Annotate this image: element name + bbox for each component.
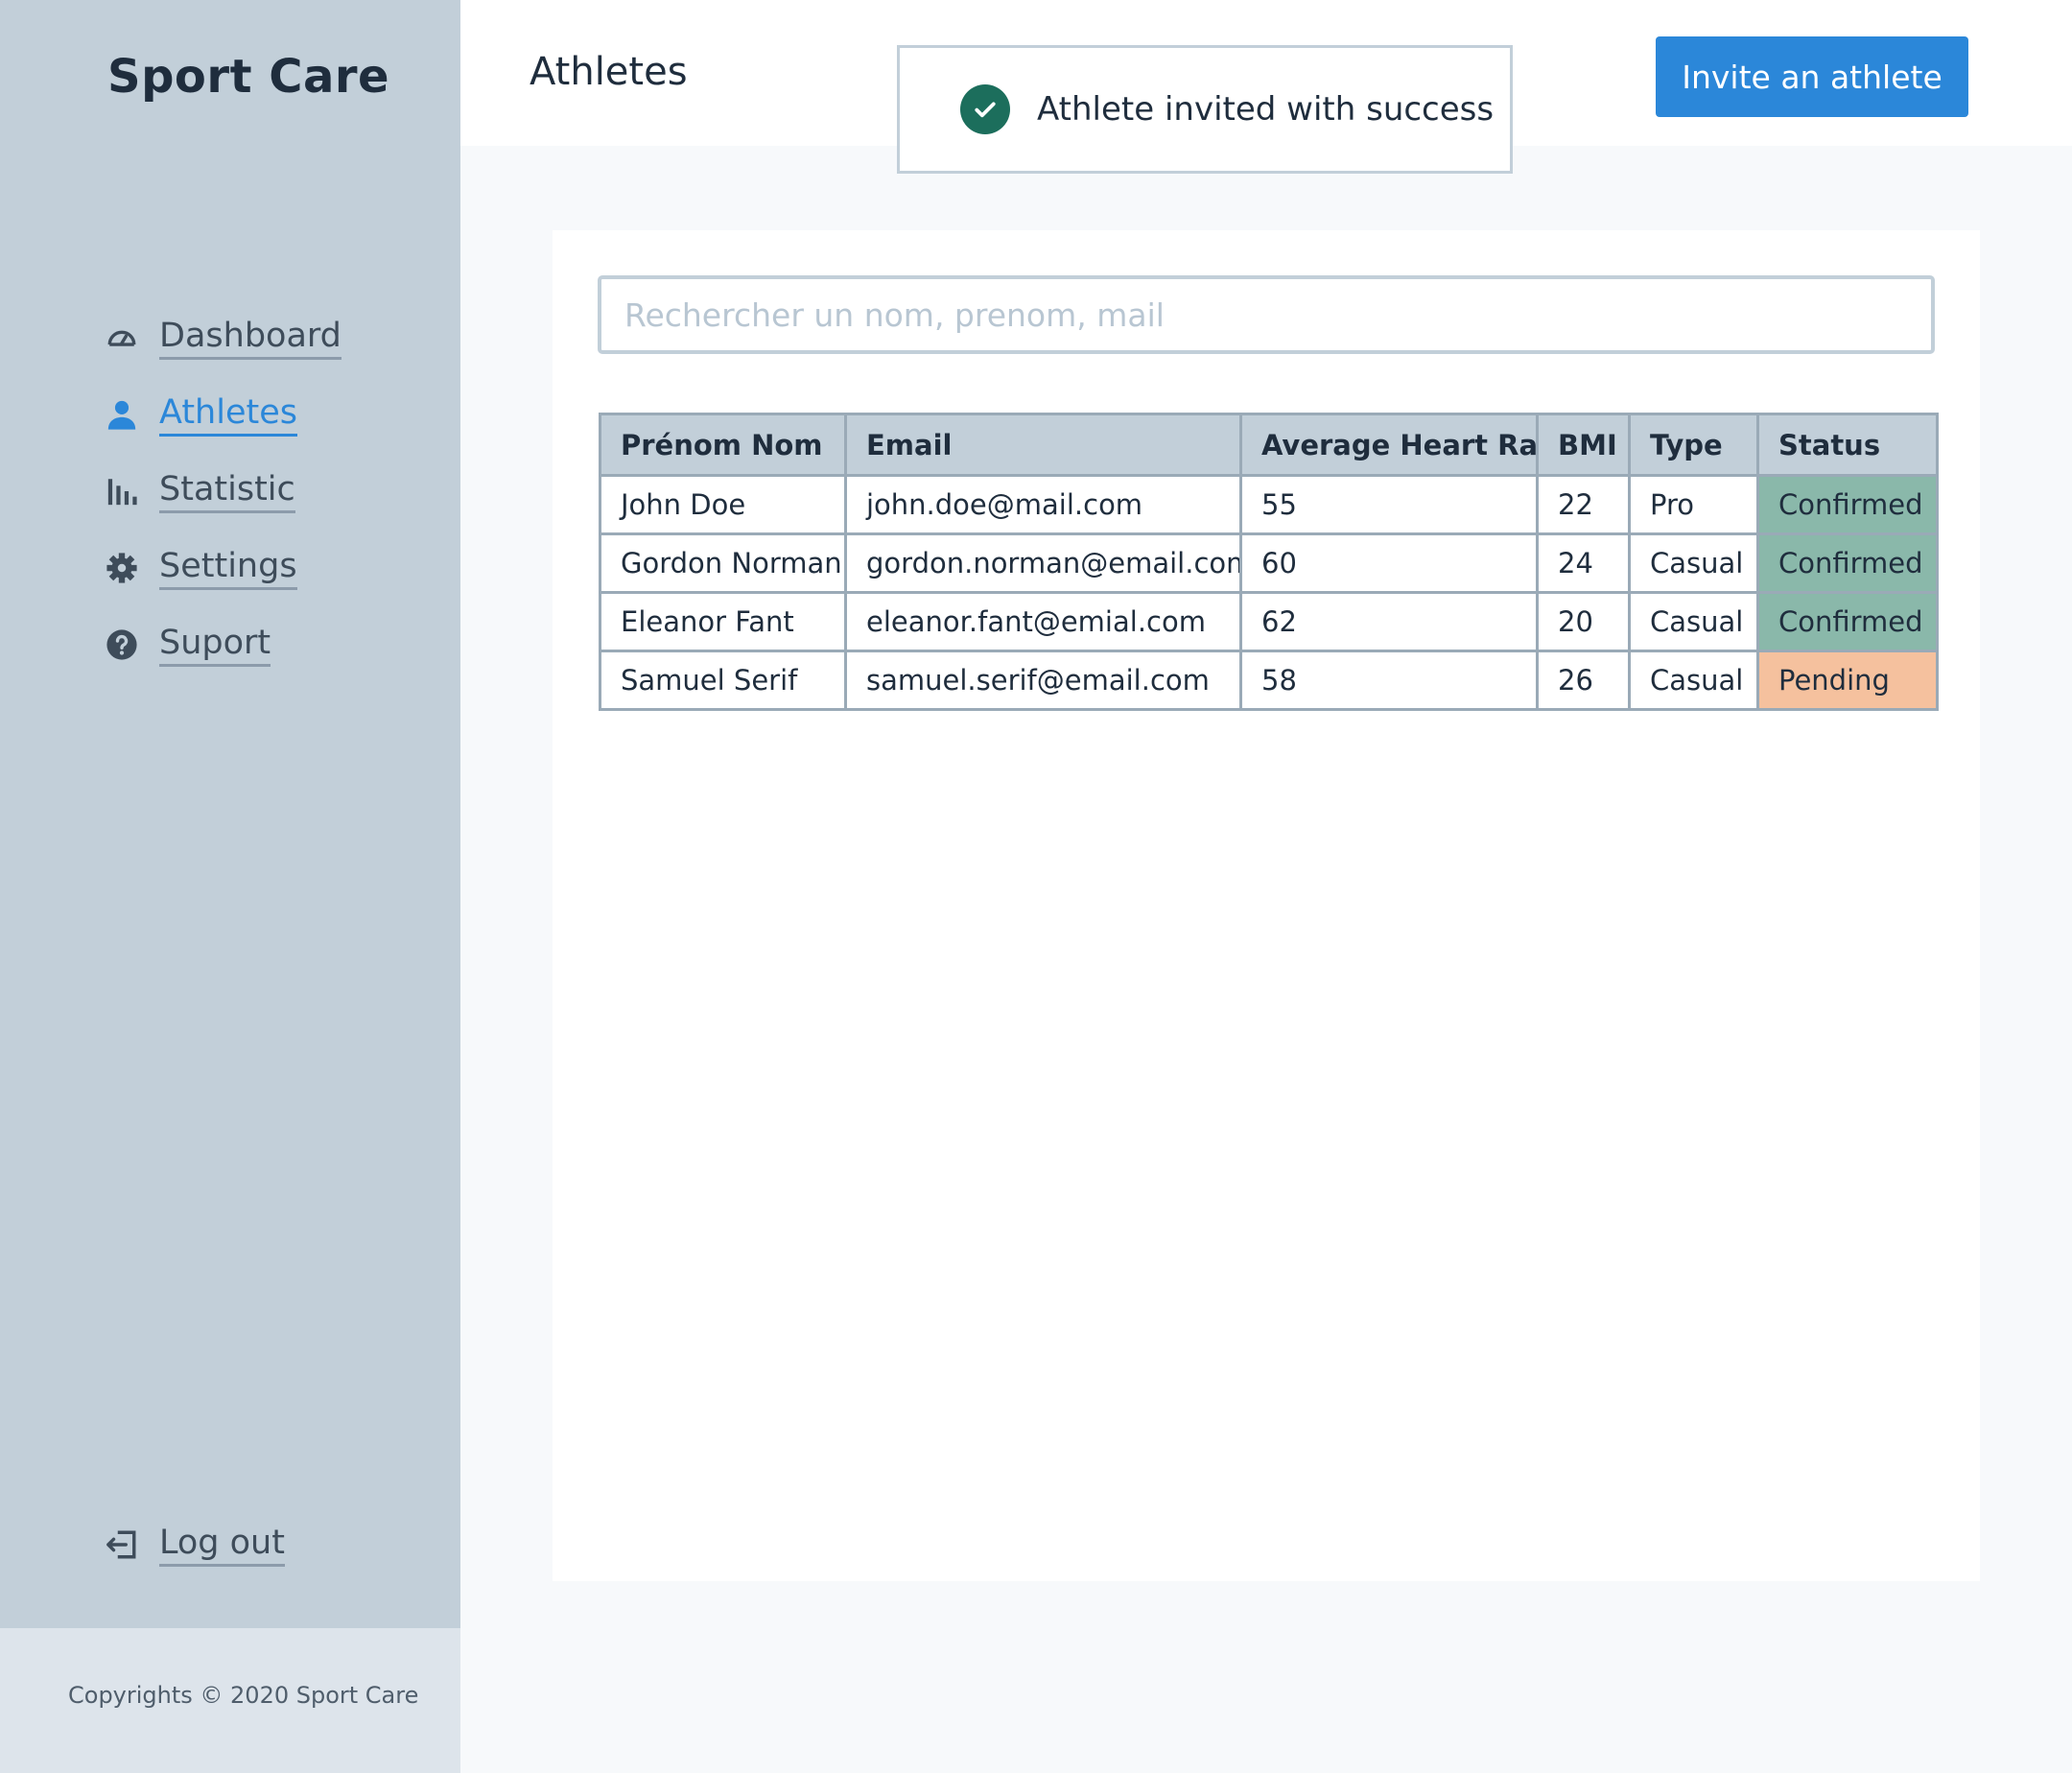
status-badge: Pending xyxy=(1756,650,1939,711)
cell-heart-rate: 62 xyxy=(1239,591,1539,652)
sidebar-item-dashboard[interactable]: Dashboard xyxy=(106,299,341,376)
column-header-bmi[interactable]: BMI xyxy=(1536,413,1631,477)
column-header-email[interactable]: Email xyxy=(844,413,1242,477)
logout-label: Log out xyxy=(159,1524,285,1567)
cell-bmi: 24 xyxy=(1536,532,1631,594)
cell-bmi: 20 xyxy=(1536,591,1631,652)
cell-bmi: 26 xyxy=(1536,650,1631,711)
table-row[interactable]: John Doe john.doe@mail.com 55 22 Pro Con… xyxy=(599,474,1939,535)
bar-chart-icon xyxy=(106,475,138,508)
cell-email: samuel.serif@email.com xyxy=(844,650,1242,711)
copyright-text: Copyrights © 2020 Sport Care xyxy=(68,1682,419,1709)
gear-icon xyxy=(106,552,138,584)
help-icon xyxy=(106,628,138,661)
cell-heart-rate: 58 xyxy=(1239,650,1539,711)
sidebar-item-label: Settings xyxy=(159,547,297,590)
cell-email: gordon.norman@email.com xyxy=(844,532,1242,594)
sidebar-footer: Copyrights © 2020 Sport Care xyxy=(0,1628,460,1773)
cell-bmi: 22 xyxy=(1536,474,1631,535)
user-icon xyxy=(106,398,138,431)
sidebar-item-label: Athletes xyxy=(159,393,297,437)
athletes-panel: Prénom Nom Email Average Heart Rate BMI … xyxy=(553,230,1980,1581)
check-circle-icon xyxy=(960,84,1010,134)
cell-heart-rate: 60 xyxy=(1239,532,1539,594)
cell-heart-rate: 55 xyxy=(1239,474,1539,535)
sidebar-item-label: Statistic xyxy=(159,470,295,513)
table-header-row: Prénom Nom Email Average Heart Rate BMI … xyxy=(599,413,1939,477)
sidebar-item-support[interactable]: Suport xyxy=(106,606,341,683)
status-badge: Confirmed xyxy=(1756,532,1939,594)
cell-type: Casual xyxy=(1628,532,1759,594)
column-header-type[interactable]: Type xyxy=(1628,413,1759,477)
status-badge: Confirmed xyxy=(1756,591,1939,652)
column-header-status[interactable]: Status xyxy=(1756,413,1939,477)
cell-type: Pro xyxy=(1628,474,1759,535)
dashboard-icon xyxy=(106,321,138,354)
search-input[interactable] xyxy=(598,275,1935,354)
toast-message: Athlete invited with success xyxy=(1037,90,1495,129)
cell-name: John Doe xyxy=(599,474,847,535)
sidebar: Sport Care Dashboard Athletes Statistic … xyxy=(0,0,460,1628)
cell-name: Samuel Serif xyxy=(599,650,847,711)
cell-type: Casual xyxy=(1628,591,1759,652)
cell-name: Eleanor Fant xyxy=(599,591,847,652)
status-badge: Confirmed xyxy=(1756,474,1939,535)
cell-email: eleanor.fant@emial.com xyxy=(844,591,1242,652)
column-header-name[interactable]: Prénom Nom xyxy=(599,413,847,477)
success-toast: Athlete invited with success xyxy=(897,45,1513,174)
brand-logo: Sport Care xyxy=(107,50,390,104)
sidebar-item-statistic[interactable]: Statistic xyxy=(106,453,341,530)
sidebar-item-label: Dashboard xyxy=(159,317,341,360)
sidebar-item-athletes[interactable]: Athletes xyxy=(106,376,341,453)
table-row[interactable]: Samuel Serif samuel.serif@email.com 58 2… xyxy=(599,650,1939,711)
sidebar-item-settings[interactable]: Settings xyxy=(106,530,341,606)
table-row[interactable]: Eleanor Fant eleanor.fant@emial.com 62 2… xyxy=(599,591,1939,652)
cell-email: john.doe@mail.com xyxy=(844,474,1242,535)
logout-link[interactable]: Log out xyxy=(106,1506,285,1583)
logout-icon xyxy=(106,1528,138,1561)
invite-athlete-button[interactable]: Invite an athlete xyxy=(1656,36,1968,117)
page-title: Athletes xyxy=(530,50,688,94)
sidebar-item-label: Suport xyxy=(159,624,271,667)
cell-type: Casual xyxy=(1628,650,1759,711)
cell-name: Gordon Norman xyxy=(599,532,847,594)
athletes-table: Prénom Nom Email Average Heart Rate BMI … xyxy=(599,413,1939,711)
table-row[interactable]: Gordon Norman gordon.norman@email.com 60… xyxy=(599,532,1939,594)
sidebar-nav: Dashboard Athletes Statistic Settings Su… xyxy=(106,299,341,683)
column-header-heart-rate[interactable]: Average Heart Rate xyxy=(1239,413,1539,477)
